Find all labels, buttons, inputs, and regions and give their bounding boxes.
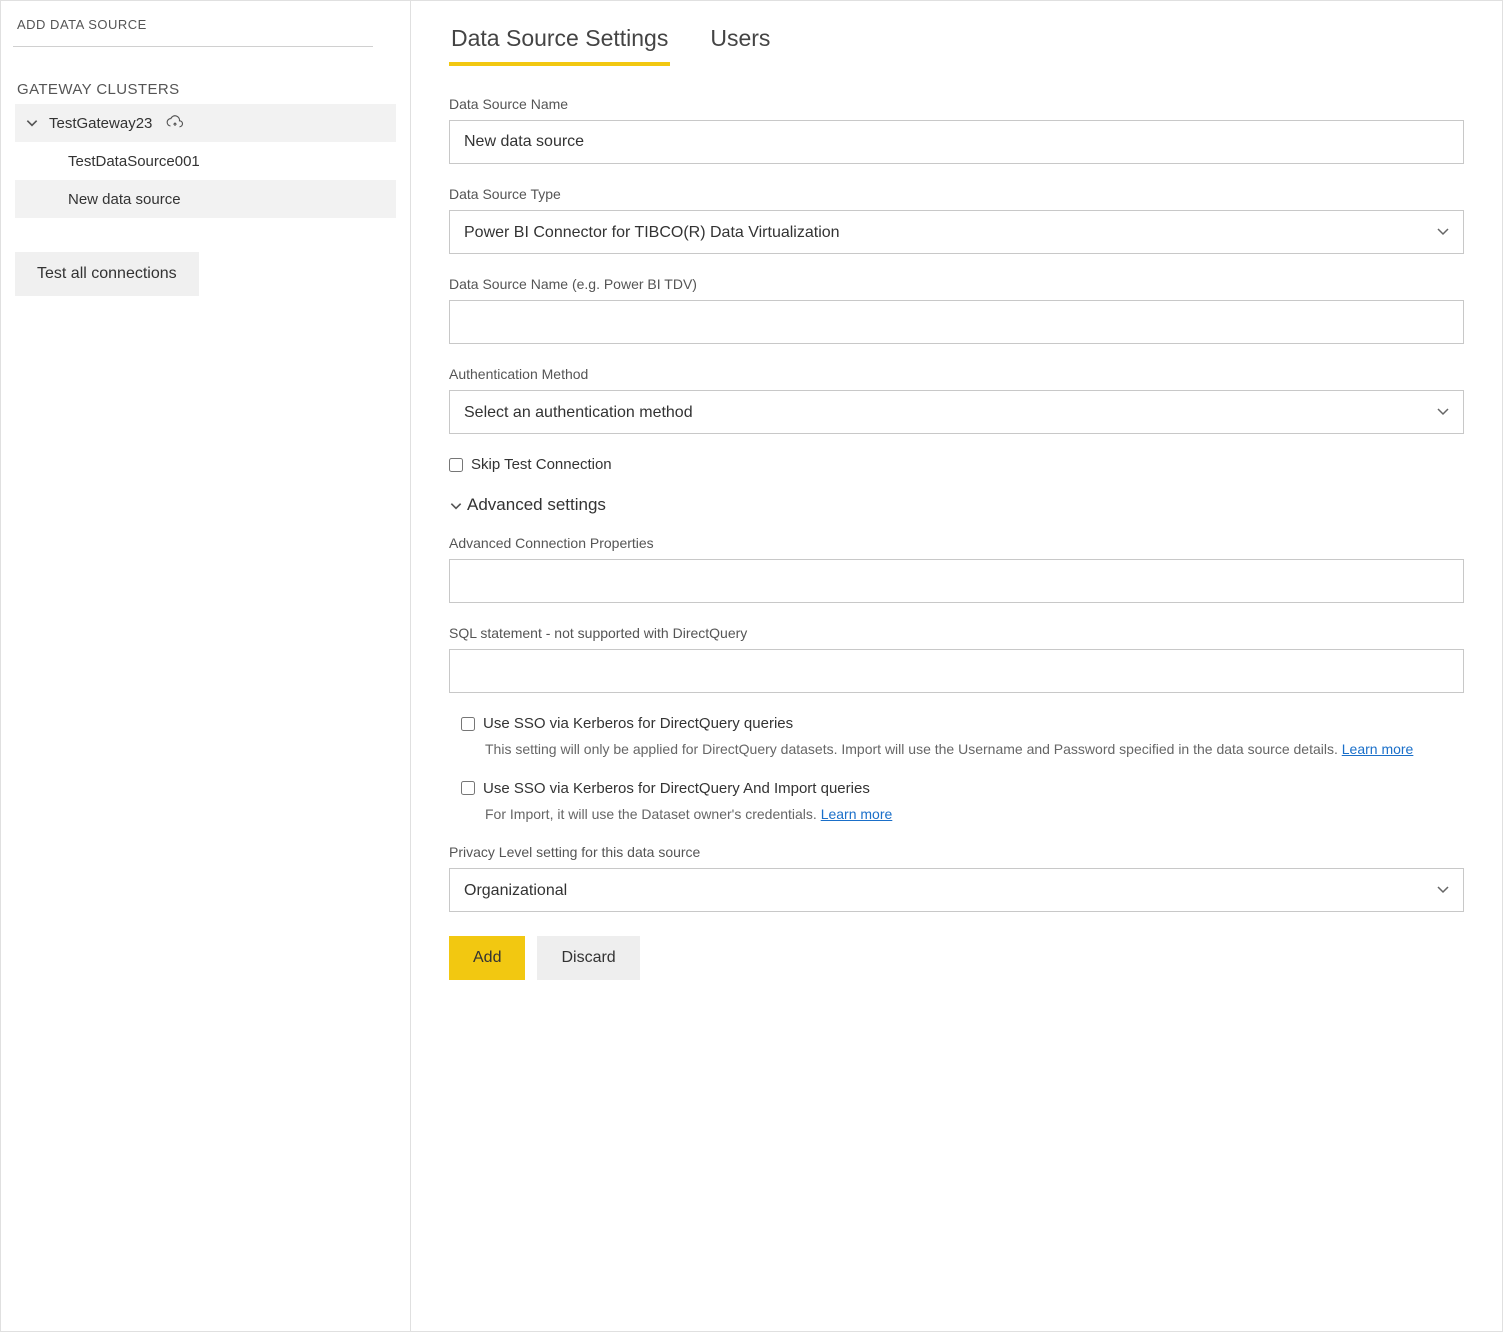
ds-item-existing[interactable]: TestDataSource001 <box>15 142 396 180</box>
sso2-help-text: For Import, it will use the Dataset owne… <box>485 806 821 822</box>
ds-name-label: Data Source Name <box>449 96 1464 112</box>
sql-stmt-label: SQL statement - not supported with Direc… <box>449 625 1464 641</box>
app-shell: ADD DATA SOURCE GATEWAY CLUSTERS TestGat… <box>0 0 1503 1332</box>
sql-stmt-input[interactable] <box>449 649 1464 693</box>
sso-directquery-import-label: Use SSO via Kerberos for DirectQuery And… <box>483 780 870 797</box>
sso-directquery-help: This setting will only be applied for Di… <box>485 740 1464 760</box>
privacy-level-label: Privacy Level setting for this data sour… <box>449 844 1464 860</box>
tab-settings[interactable]: Data Source Settings <box>449 25 670 66</box>
chevron-down-icon <box>25 116 39 130</box>
chevron-down-icon <box>449 498 463 512</box>
adv-conn-input[interactable] <box>449 559 1464 603</box>
ds-item-label: New data source <box>68 191 181 208</box>
discard-button[interactable]: Discard <box>537 936 639 980</box>
add-data-source-link[interactable]: ADD DATA SOURCE <box>15 15 396 46</box>
sso-directquery-label: Use SSO via Kerberos for DirectQuery que… <box>483 715 793 732</box>
sso-directquery-checkbox[interactable] <box>461 717 475 731</box>
skip-test-label: Skip Test Connection <box>471 456 612 473</box>
ds-name2-input[interactable] <box>449 300 1464 344</box>
gateway-row[interactable]: TestGateway23 <box>15 104 396 142</box>
gateway-name: TestGateway23 <box>49 115 152 132</box>
auth-method-select[interactable]: Select an authentication method <box>449 390 1464 434</box>
ds-type-label: Data Source Type <box>449 186 1464 202</box>
ds-item-label: TestDataSource001 <box>68 153 200 170</box>
action-row: Add Discard <box>449 936 1464 980</box>
tab-users[interactable]: Users <box>708 25 772 66</box>
advanced-settings-expander[interactable]: Advanced settings <box>449 495 1464 515</box>
learn-more-link-1[interactable]: Learn more <box>1342 741 1414 757</box>
sso-directquery-import-help: For Import, it will use the Dataset owne… <box>485 805 1464 825</box>
ds-type-select[interactable]: Power BI Connector for TIBCO(R) Data Vir… <box>449 210 1464 254</box>
add-button[interactable]: Add <box>449 936 525 980</box>
ds-name2-label: Data Source Name (e.g. Power BI TDV) <box>449 276 1464 292</box>
skip-test-checkbox[interactable] <box>449 458 463 472</box>
cloud-sync-icon <box>166 114 184 132</box>
tab-bar: Data Source Settings Users <box>449 25 1464 66</box>
adv-conn-label: Advanced Connection Properties <box>449 535 1464 551</box>
sso-block-2: Use SSO via Kerberos for DirectQuery And… <box>461 780 1464 825</box>
sidebar: ADD DATA SOURCE GATEWAY CLUSTERS TestGat… <box>1 1 411 1331</box>
sso-block-1: Use SSO via Kerberos for DirectQuery que… <box>461 715 1464 760</box>
main-panel: Data Source Settings Users Data Source N… <box>411 1 1502 1331</box>
sso-directquery-import-checkbox[interactable] <box>461 781 475 795</box>
ds-item-new[interactable]: New data source <box>15 180 396 218</box>
learn-more-link-2[interactable]: Learn more <box>821 806 893 822</box>
test-all-connections-button[interactable]: Test all connections <box>15 252 199 296</box>
skip-test-row: Skip Test Connection <box>449 456 1464 473</box>
privacy-level-select[interactable]: Organizational <box>449 868 1464 912</box>
auth-method-label: Authentication Method <box>449 366 1464 382</box>
ds-name-input[interactable] <box>449 120 1464 164</box>
gateway-clusters-heading: GATEWAY CLUSTERS <box>15 47 396 104</box>
sso1-help-text: This setting will only be applied for Di… <box>485 741 1342 757</box>
advanced-settings-title: Advanced settings <box>467 495 606 515</box>
